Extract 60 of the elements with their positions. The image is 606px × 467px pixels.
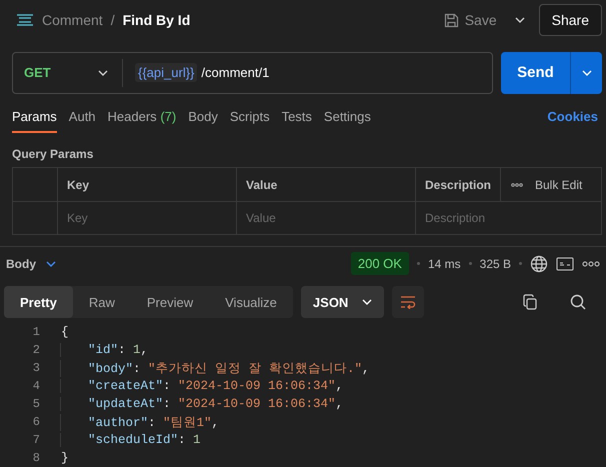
share-button[interactable]: Share — [538, 4, 602, 36]
copy-icon[interactable] — [522, 294, 538, 310]
save-button[interactable]: Save — [440, 8, 501, 32]
code-line: } — [60, 451, 69, 465]
breadcrumb-separator: / — [110, 12, 115, 28]
line-number: 1 — [32, 325, 40, 339]
column-header: Value — [237, 168, 416, 202]
bulk-edit-button[interactable]: Bulk Edit — [535, 178, 582, 192]
method-dropdown[interactable]: GET — [13, 58, 123, 87]
line-number: 6 — [32, 415, 40, 429]
view-tab[interactable]: Raw — [72, 286, 131, 318]
line-number: 7 — [32, 433, 40, 447]
status-badge: 200 OK — [350, 252, 409, 275]
request-tab[interactable]: Params — [12, 109, 57, 133]
code-line: "author": "팀원1", — [60, 414, 220, 430]
request-tab[interactable]: Headers (7) — [108, 109, 176, 133]
format-dropdown[interactable]: JSON — [300, 286, 384, 318]
breadcrumb-link[interactable]: Comment — [42, 12, 103, 28]
request-tab[interactable]: Tests — [282, 109, 312, 133]
line-number: 8 — [32, 451, 40, 465]
response-size: 325 B — [480, 256, 511, 270]
caret-icon — [98, 70, 108, 76]
code-line: "createAt": "2024-10-09 16:06:34", — [60, 379, 344, 393]
request-tab[interactable]: Auth — [68, 109, 96, 133]
code-line: "updateAt": "2024-10-09 16:06:34", — [60, 397, 344, 411]
column-header: Key — [58, 168, 237, 202]
caret-icon — [46, 260, 56, 266]
column-header: Description — [416, 168, 501, 202]
code-line: "body": "추가하신 일정 잘 확인했습니다.", — [60, 360, 370, 376]
more-icon[interactable] — [582, 260, 600, 266]
wrap-lines-button[interactable] — [392, 286, 424, 318]
search-icon[interactable] — [570, 294, 586, 310]
section-title: Query Params — [11, 146, 94, 163]
caret-icon — [514, 17, 525, 24]
line-number: 4 — [32, 379, 40, 393]
url-field[interactable]: GET {{api_url}} /comment/1 — [12, 52, 493, 94]
body-dropdown[interactable]: Body — [6, 256, 56, 270]
more-icon[interactable] — [511, 182, 523, 186]
request-tab[interactable]: Body — [188, 109, 218, 133]
code-line: "scheduleId": 1 — [60, 433, 201, 447]
line-number: 3 — [32, 361, 40, 375]
variable-tag: {{api_url}} — [135, 63, 198, 82]
cookies-link[interactable]: Cookies — [547, 109, 598, 133]
line-number: 2 — [32, 343, 40, 357]
caret-icon — [582, 70, 592, 76]
example-icon[interactable] — [556, 256, 574, 270]
view-tab[interactable]: Pretty — [4, 286, 73, 318]
code-line: { — [60, 325, 69, 339]
request-title: Find By Id — [122, 12, 190, 28]
request-tab[interactable]: Settings — [324, 109, 371, 133]
view-tab[interactable]: Preview — [130, 286, 210, 318]
caret-icon — [362, 299, 372, 305]
request-tab[interactable]: Scripts — [230, 109, 270, 133]
response-time: 14 ms — [428, 256, 461, 270]
line-number: 5 — [32, 397, 40, 411]
url-path: /comment/1 — [201, 65, 270, 80]
wrap-icon — [400, 295, 416, 309]
view-tab[interactable]: Visualize — [209, 286, 293, 318]
code-line: "id": 1, — [60, 343, 148, 357]
globe-icon[interactable] — [530, 254, 548, 272]
